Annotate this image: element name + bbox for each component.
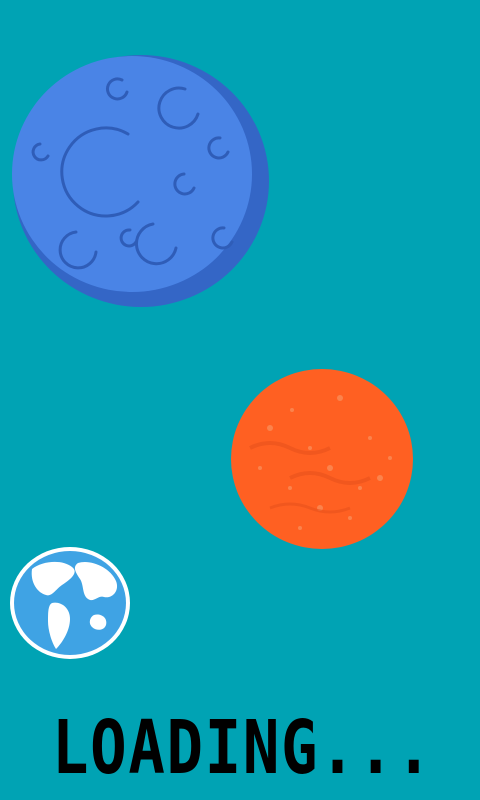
- loading-label: LOADING...: [52, 705, 434, 791]
- mars-planet-icon: [231, 369, 413, 549]
- earth-globe-icon: [10, 547, 130, 659]
- moon-planet-icon: [12, 55, 269, 307]
